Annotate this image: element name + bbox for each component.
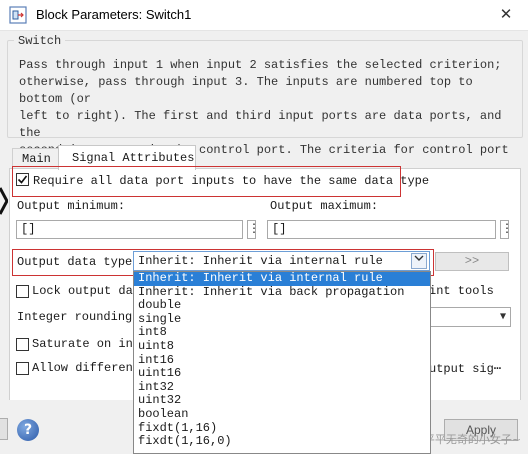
require-same-type-label: Require all data port inputs to have the…	[33, 174, 430, 188]
window-title: Block Parameters: Switch1	[36, 7, 192, 22]
output-data-type-select[interactable]: Inherit: Inherit via internal rule	[133, 251, 430, 271]
dropdown-option[interactable]: boolean	[134, 407, 430, 422]
output-data-type-value: Inherit: Inherit via internal rule	[138, 254, 383, 268]
dropdown-option[interactable]: uint16	[134, 367, 430, 381]
side-arrow-icon	[0, 187, 8, 215]
checkmark-icon	[17, 175, 28, 184]
output-minimum-value: []	[21, 222, 36, 236]
integer-rounding-select[interactable]: ▼	[429, 307, 511, 327]
lock-output-checkbox[interactable]	[16, 285, 29, 298]
dropdown-option[interactable]: fixdt(1,16)	[134, 421, 430, 436]
output-minimum-label: Output minimum:	[17, 199, 126, 213]
dropdown-option[interactable]: uint8	[134, 339, 430, 354]
dropdown-option[interactable]: uint32	[134, 394, 430, 408]
chevron-down-icon[interactable]	[411, 253, 427, 269]
integer-rounding-label: Integer rounding m	[17, 310, 147, 324]
output-data-type-dropdown-list[interactable]: Inherit: Inherit via internal rule Inher…	[133, 271, 431, 454]
lock-output-label-tail: int tools	[429, 284, 494, 298]
help-icon[interactable]: ?	[17, 419, 39, 441]
allow-different-label: Allow different	[32, 361, 141, 375]
dropdown-option[interactable]: Inherit: Inherit via back propagation	[134, 285, 430, 300]
output-maximum-field[interactable]: []	[267, 220, 496, 239]
dropdown-option[interactable]: int32	[134, 380, 430, 395]
tab-main-label: Main	[22, 152, 51, 166]
saturate-label: Saturate on inte	[32, 337, 148, 351]
dropdown-option[interactable]: fixdt(1,16,0)	[134, 435, 430, 449]
tab-signal-attributes-label: Signal Attributes	[72, 151, 195, 165]
ok-button[interactable]	[0, 418, 8, 440]
saturate-checkbox[interactable]	[16, 338, 29, 351]
require-same-type-checkbox[interactable]	[16, 173, 29, 186]
allow-different-label-tail: utput sig⋯	[429, 362, 502, 376]
close-icon[interactable]: ✕	[495, 5, 517, 25]
data-type-assistant-button[interactable]: >>	[435, 252, 509, 271]
output-data-type-label: Output data type:	[17, 255, 140, 269]
group-label: Switch	[14, 34, 66, 48]
dropdown-option[interactable]: Inherit: Inherit via internal rule	[134, 272, 430, 286]
title-bar[interactable]: Block Parameters: Switch1 ✕	[0, 0, 528, 31]
output-maximum-value: []	[272, 222, 287, 236]
output-maximum-menu-icon[interactable]: ⋮	[500, 220, 513, 239]
simulink-block-icon	[9, 6, 27, 24]
output-minimum-menu-icon[interactable]: ⋮	[247, 220, 260, 239]
dropdown-option[interactable]: single	[134, 312, 430, 327]
dropdown-option[interactable]: double	[134, 299, 430, 313]
dropdown-arrow-icon: ▼	[499, 311, 506, 322]
lock-output-label: Lock output data	[32, 284, 148, 298]
output-maximum-label: Output maximum:	[270, 199, 379, 213]
output-minimum-field[interactable]: []	[16, 220, 243, 239]
dropdown-option[interactable]: int16	[134, 353, 430, 368]
allow-different-checkbox[interactable]	[16, 362, 29, 375]
dropdown-option[interactable]: int8	[134, 326, 430, 340]
